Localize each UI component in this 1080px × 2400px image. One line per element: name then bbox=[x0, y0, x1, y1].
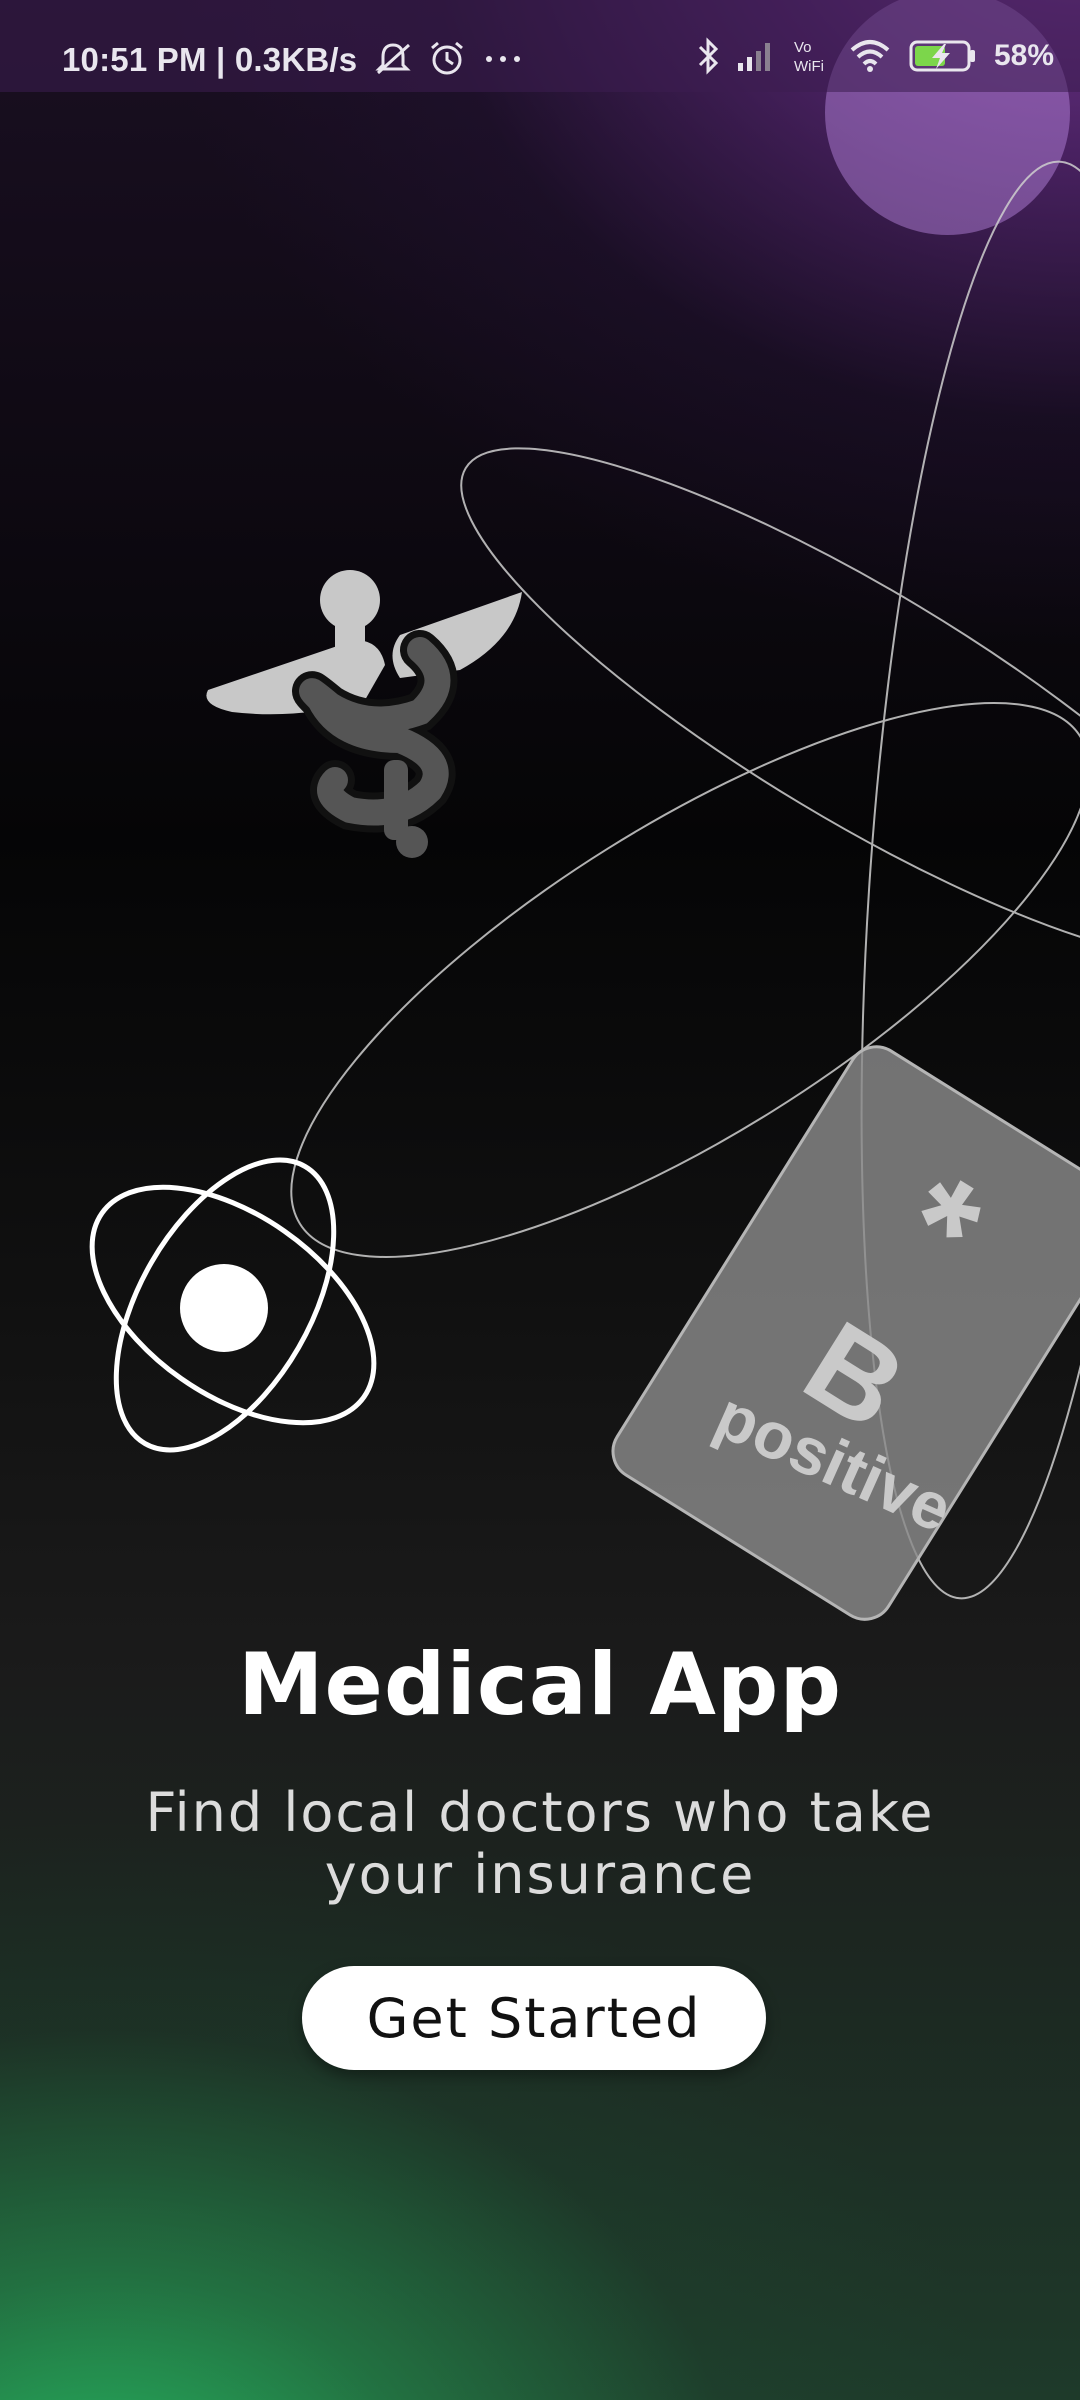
caduceus-icon bbox=[206, 570, 522, 858]
hero-illustration: * B positive bbox=[89, 160, 1080, 1621]
onboarding-screen: 10:51 PM | 0.3KB/s Vo WiFi 58% * B posit… bbox=[0, 0, 1080, 2400]
get-started-button[interactable]: Get Started bbox=[302, 1966, 766, 2070]
atom-icon bbox=[89, 1157, 377, 1453]
app-title: Medical App bbox=[237, 1635, 843, 1735]
app-subtitle: Find local doctors who take your insuran… bbox=[145, 1781, 935, 1906]
